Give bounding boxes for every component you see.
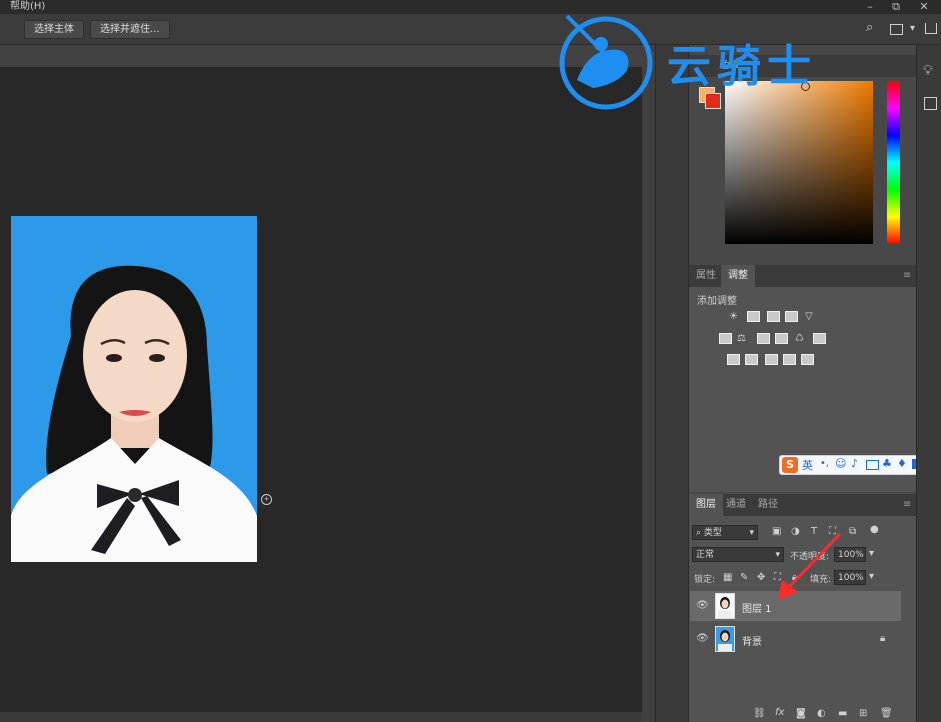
ime-toolbar: S 英 •, ☺ ♪ ♣ ♦ xyxy=(779,455,929,475)
thumbnail-image xyxy=(718,630,732,651)
tab-layers[interactable]: 图层 xyxy=(689,494,723,516)
link-icon[interactable]: ⛓ xyxy=(753,708,766,720)
gradient-map-icon[interactable] xyxy=(783,354,796,365)
layer-name[interactable]: 图层 1 xyxy=(742,600,772,615)
watermark: 云骑士 xyxy=(557,10,887,110)
search-icon: ⌕ xyxy=(696,528,704,538)
channel-mixer-icon[interactable]: ♺ xyxy=(795,333,804,345)
tab-channels[interactable]: 通道 xyxy=(719,494,753,516)
tab-adjustments[interactable]: 调整 xyxy=(721,265,755,287)
lock-transparent-icon[interactable]: ▦ xyxy=(723,572,732,584)
curves-icon[interactable] xyxy=(767,311,780,322)
emoji-icon[interactable]: ☺ xyxy=(835,457,846,470)
close-button[interactable]: ✕ xyxy=(914,0,934,14)
user-icon[interactable]: ♣ xyxy=(882,457,892,470)
mask-icon[interactable]: ◙ xyxy=(796,708,806,720)
color-balance-icon[interactable]: ⚖ xyxy=(737,333,746,345)
layer-filter-select[interactable]: ⌕ 类型 ▾ xyxy=(692,525,758,540)
punctuation-icon[interactable]: •, xyxy=(820,458,829,469)
brightness-icon[interactable]: ☀ xyxy=(729,311,738,323)
eye-icon[interactable]: 👁︎ xyxy=(696,633,709,645)
right-icon-strip: 💡︎ xyxy=(916,45,941,722)
layers-panel-tabbar: 图层 通道 路径 ≡ xyxy=(689,494,917,516)
menu-help[interactable]: 帮助(H) xyxy=(10,0,45,14)
layer-thumbnail xyxy=(715,593,735,619)
panel-dock-strip xyxy=(655,45,689,722)
fx-icon[interactable]: fx xyxy=(775,707,784,719)
selective-color-icon[interactable] xyxy=(801,354,814,365)
chevron-down-icon: ▾ xyxy=(749,528,754,538)
lock-icon[interactable]: 🔒︎ xyxy=(880,633,885,645)
chevron-down-icon[interactable]: ▾ xyxy=(869,571,874,583)
lock-pixels-icon[interactable]: ✎ xyxy=(740,572,748,584)
filter-toggle-icon[interactable]: ● xyxy=(870,524,879,536)
tab-paths[interactable]: 路径 xyxy=(751,494,785,516)
vertical-scrollbar[interactable] xyxy=(642,67,655,722)
layer-thumbnail xyxy=(715,626,735,652)
share-icon[interactable] xyxy=(925,23,937,34)
mic-icon[interactable]: ♪ xyxy=(851,457,858,470)
keyboard-icon[interactable] xyxy=(866,460,879,470)
black-white-icon[interactable] xyxy=(757,333,770,344)
eye-icon[interactable]: 👁︎ xyxy=(696,600,709,612)
libraries-icon[interactable] xyxy=(924,97,937,110)
select-and-mask-button[interactable]: 选择并遮住... xyxy=(90,20,170,39)
layer-row[interactable]: 👁︎ 背景 🔒︎ xyxy=(690,624,901,654)
levels-icon[interactable] xyxy=(747,311,760,322)
layer-name[interactable]: 背景 xyxy=(742,633,762,648)
exposure-icon[interactable] xyxy=(785,311,798,322)
chevron-down-icon[interactable]: ▾ xyxy=(910,23,915,35)
ime-mode[interactable]: 英 xyxy=(802,457,813,473)
lightbulb-icon[interactable]: 💡︎ xyxy=(923,64,933,78)
restore-button[interactable]: ⧉ xyxy=(886,0,906,14)
portrait-image xyxy=(11,265,257,562)
smart-object-filter-icon[interactable]: ⧉ xyxy=(849,526,856,538)
invert-icon[interactable] xyxy=(727,354,740,365)
color-lookup-icon[interactable] xyxy=(813,333,826,344)
horizontal-scrollbar[interactable] xyxy=(0,712,642,722)
id-photo[interactable] xyxy=(11,216,257,562)
chevron-down-icon[interactable]: ▾ xyxy=(869,548,874,560)
add-adjustment-heading: 添加调整 xyxy=(697,296,737,307)
hue-saturation-icon[interactable] xyxy=(719,333,732,344)
panel-menu-icon[interactable]: ≡ xyxy=(903,270,911,281)
transform-handle[interactable]: + xyxy=(261,494,272,505)
select-subject-button[interactable]: 选择主体 xyxy=(24,20,84,39)
workspace-icon[interactable] xyxy=(890,24,903,35)
photo-filter-icon[interactable] xyxy=(775,333,788,344)
layers-bottom-bar: ⛓ fx ◙ ◐ ▬ ⊞ 🗑︎ xyxy=(689,706,915,722)
vibrance-icon[interactable]: ▽ xyxy=(805,311,813,323)
watermark-text: 云骑士 xyxy=(667,41,817,92)
thumbnail-image xyxy=(718,597,732,618)
adjustments-panel-tabbar: 属性 调整 ≡ xyxy=(689,265,917,287)
adjustment-icon[interactable]: ◐ xyxy=(817,708,826,720)
posterize-icon[interactable] xyxy=(745,354,758,365)
layers-panel-menu-icon[interactable]: ≡ xyxy=(903,499,911,510)
folder-icon[interactable]: ▬ xyxy=(838,708,847,720)
lock-label: 锁定: xyxy=(694,575,716,585)
sogou-logo-icon: S xyxy=(782,457,798,473)
trash-icon[interactable]: 🗑︎ xyxy=(880,708,893,720)
new-layer-icon[interactable]: ⊞ xyxy=(859,708,867,720)
knight-logo xyxy=(559,14,653,110)
threshold-icon[interactable] xyxy=(765,354,778,365)
skin-icon[interactable]: ♦ xyxy=(897,457,907,470)
hue-slider[interactable] xyxy=(887,81,900,244)
tab-properties[interactable]: 属性 xyxy=(689,265,723,287)
lock-position-icon[interactable]: ✥ xyxy=(757,572,765,584)
annotation-arrow xyxy=(778,532,842,600)
